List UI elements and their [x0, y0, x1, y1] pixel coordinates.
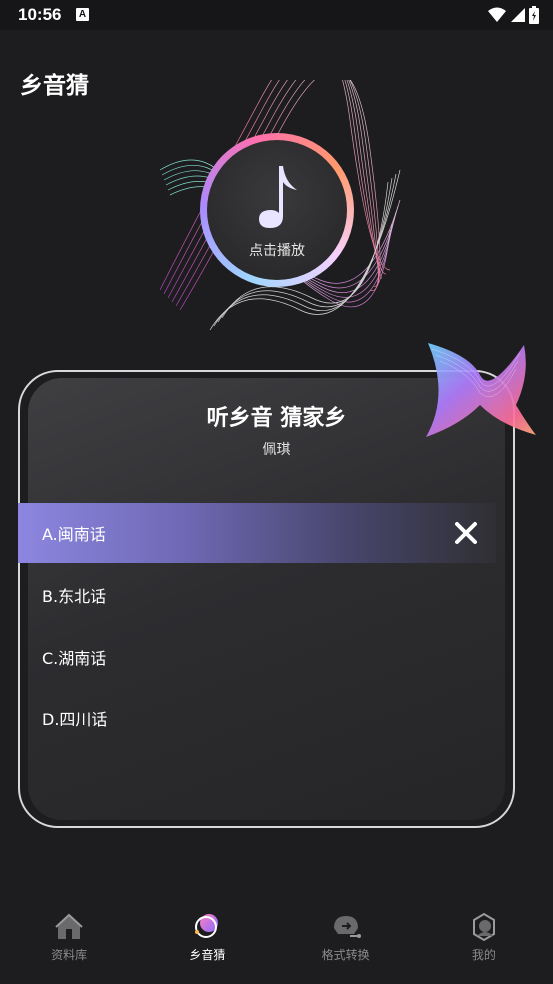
- tab-convert[interactable]: 格式转换: [277, 900, 415, 984]
- option-label: A.闽南话: [42, 525, 106, 544]
- play-button[interactable]: 点击播放: [200, 133, 354, 287]
- tab-label: 乡音猜: [189, 948, 226, 962]
- bottom-tab-bar: 资料库 乡音猜 格式转换 我的: [0, 900, 553, 984]
- status-time: 10:56: [18, 5, 62, 24]
- battery-icon: [529, 6, 539, 24]
- option-label: B.东北话: [42, 587, 107, 606]
- guess-icon: [195, 914, 219, 938]
- tab-label: 格式转换: [321, 948, 370, 962]
- play-button-face: 点击播放: [207, 140, 347, 280]
- option-d[interactable]: D.四川话: [18, 688, 496, 748]
- convert-icon: [333, 916, 361, 938]
- music-note-icon: [259, 166, 297, 228]
- tab-label: 我的: [471, 948, 496, 962]
- quiz-title: 听乡音 猜家乡: [206, 406, 347, 431]
- page-title: 乡音猜: [20, 73, 89, 99]
- quiz-subtitle: 佩琪: [262, 442, 291, 458]
- option-a[interactable]: A.闽南话: [18, 503, 496, 563]
- status-bar: 10:56 A: [0, 0, 553, 30]
- status-icons: [488, 6, 539, 24]
- play-label: 点击播放: [249, 243, 305, 259]
- signal-icon: [511, 8, 525, 22]
- tab-label: 资料库: [51, 948, 88, 962]
- profile-icon: [472, 912, 495, 942]
- option-b[interactable]: B.东北话: [18, 565, 496, 625]
- wrong-x-icon: [455, 522, 477, 544]
- tab-library[interactable]: 资料库: [0, 900, 138, 984]
- option-label: D.四川话: [42, 710, 108, 729]
- option-label: C.湖南话: [42, 649, 107, 668]
- wifi-icon: [488, 7, 506, 22]
- tab-guess[interactable]: 乡音猜: [138, 900, 276, 984]
- notification-a-icon: A: [76, 8, 89, 21]
- option-c[interactable]: C.湖南话: [18, 627, 496, 687]
- tab-profile[interactable]: 我的: [415, 900, 553, 984]
- library-icon: [55, 913, 83, 939]
